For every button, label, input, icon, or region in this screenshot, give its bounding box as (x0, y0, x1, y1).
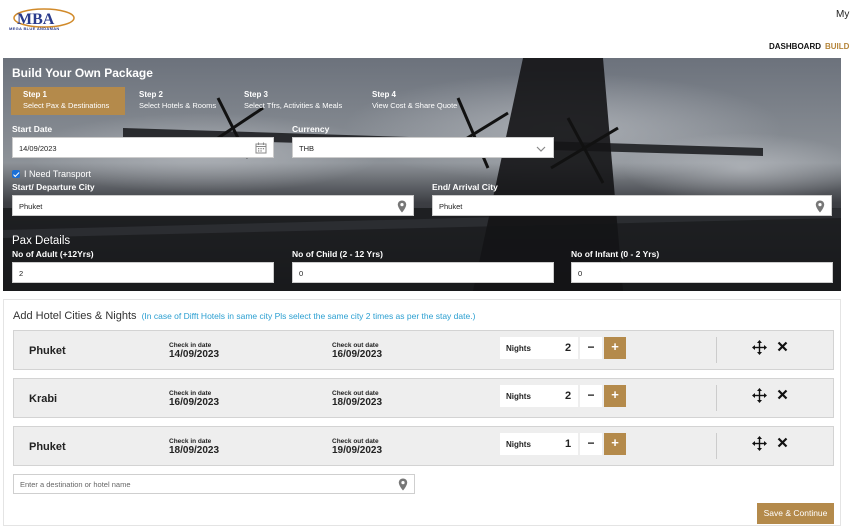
nights-value: 2 (558, 337, 578, 359)
step-number: Step 3 (244, 90, 269, 99)
step-label: View Cost & Share Quote (372, 101, 458, 110)
nights-label: Nights (500, 385, 558, 407)
close-icon[interactable] (777, 437, 788, 448)
destination-placeholder: Enter a destination or hotel name (20, 480, 131, 489)
nights-value: 2 (558, 385, 578, 407)
row-divider (716, 337, 717, 363)
checkin-label: Check in date (169, 390, 212, 397)
nav-build[interactable]: BUILD (825, 42, 849, 51)
nights-label: Nights (500, 337, 558, 359)
need-transport-checkbox[interactable]: I Need Transport (12, 169, 91, 179)
nights-increment-button[interactable]: + (604, 385, 626, 407)
nights-decrement-button[interactable]: − (580, 337, 602, 359)
currency-value: THB (299, 144, 314, 153)
location-pin-icon (397, 200, 407, 213)
checkin-value: 14/09/2023 (169, 349, 220, 360)
step-label: Select Pax & Destinations (23, 101, 110, 110)
adult-value: 2 (19, 269, 24, 278)
nav-dashboard[interactable]: DASHBOARD (769, 42, 821, 51)
checkin-value: 16/09/2023 (169, 397, 220, 408)
city-row[interactable]: Phuket Check in date 18/09/2023 Check ou… (13, 426, 834, 466)
location-pin-icon (398, 478, 408, 491)
nights-value: 1 (558, 433, 578, 455)
checkin-label: Check in date (169, 438, 212, 445)
row-divider (716, 433, 717, 459)
nights-increment-button[interactable]: + (604, 337, 626, 359)
row-divider (716, 385, 717, 411)
checkout-label: Check out date (332, 438, 379, 445)
logo-subtitle: MEGA BLUE ANDAMAN (9, 26, 60, 31)
city-name: Krabi (29, 393, 58, 405)
step-label: Select Tfrs, Activities & Meals (244, 101, 343, 110)
checkout-label: Check out date (332, 390, 379, 397)
pax-details-title: Pax Details (12, 235, 71, 247)
package-builder-panel: Build Your Own Package Step 1 Select Pax… (3, 58, 841, 291)
adult-input[interactable]: 2 (12, 262, 274, 283)
tab-step-1[interactable]: Step 1 Select Pax & Destinations (11, 87, 125, 115)
currency-select[interactable]: THB (292, 137, 554, 158)
child-input[interactable]: 0 (292, 262, 554, 283)
step-number: Step 2 (139, 90, 164, 99)
step-number: Step 1 (23, 90, 48, 99)
adult-label: No of Adult (+12Yrs) (12, 249, 94, 259)
infant-value: 0 (578, 269, 583, 278)
hotel-cities-section: Add Hotel Cities & Nights (In case of Di… (3, 299, 841, 526)
child-value: 0 (299, 269, 304, 278)
my-account-link[interactable]: My (836, 9, 849, 20)
close-icon[interactable] (777, 341, 788, 352)
location-pin-icon (815, 200, 825, 213)
top-bar: MBA MEGA BLUE ANDAMAN My DASHBOARD BUILD (0, 0, 850, 58)
move-icon[interactable] (752, 388, 767, 403)
end-city-label: End/ Arrival City (432, 182, 498, 192)
currency-label: Currency (292, 124, 330, 134)
move-icon[interactable] (752, 340, 767, 355)
builder-title: Build Your Own Package (12, 66, 153, 80)
start-date-label: Start Date (12, 124, 53, 134)
infant-label: No of Infant (0 - 2 Yrs) (571, 249, 660, 259)
end-city-value: Phuket (439, 202, 463, 211)
infant-input[interactable]: 0 (571, 262, 833, 283)
checkout-value: 18/09/2023 (332, 397, 383, 408)
start-city-label: Start/ Departure City (12, 182, 95, 192)
checkout-label: Check out date (332, 342, 379, 349)
start-date-value: 14/09/2023 (19, 144, 57, 153)
calendar-icon[interactable] (255, 142, 267, 154)
city-name: Phuket (29, 345, 66, 357)
need-transport-label: I Need Transport (24, 169, 92, 179)
move-icon[interactable] (752, 436, 767, 451)
checkout-value: 16/09/2023 (332, 349, 383, 360)
step-label: Select Hotels & Rooms (139, 101, 217, 110)
start-city-value: Phuket (19, 202, 43, 211)
end-city-input[interactable]: Phuket (432, 195, 832, 216)
chevron-down-icon (536, 146, 546, 152)
nights-decrement-button[interactable]: − (580, 433, 602, 455)
save-continue-button[interactable]: Save & Continue (757, 503, 834, 524)
checkin-value: 18/09/2023 (169, 445, 220, 456)
checkbox-checked[interactable] (12, 170, 20, 178)
start-date-input[interactable]: 14/09/2023 (12, 137, 274, 158)
city-row[interactable]: Phuket Check in date 14/09/2023 Check ou… (13, 330, 834, 370)
city-name: Phuket (29, 441, 66, 453)
tab-step-2[interactable]: Step 2 Select Hotels & Rooms (127, 87, 231, 115)
nights-label: Nights (500, 433, 558, 455)
close-icon[interactable] (777, 389, 788, 400)
destination-search-input[interactable]: Enter a destination or hotel name (13, 474, 415, 494)
child-label: No of Child (2 - 12 Yrs) (292, 249, 383, 259)
city-row[interactable]: Krabi Check in date 16/09/2023 Check out… (13, 378, 834, 418)
tab-step-3[interactable]: Step 3 Select Tfrs, Activities & Meals (232, 87, 360, 115)
hotel-cities-title: Add Hotel Cities & Nights (In case of Di… (13, 310, 475, 322)
hotel-cities-heading: Add Hotel Cities & Nights (13, 310, 137, 322)
nights-decrement-button[interactable]: − (580, 385, 602, 407)
step-number: Step 4 (372, 90, 397, 99)
hotel-cities-hint: (In case of Difft Hotels in same city Pl… (141, 311, 476, 321)
checkout-value: 19/09/2023 (332, 445, 383, 456)
checkin-label: Check in date (169, 342, 212, 349)
start-city-input[interactable]: Phuket (12, 195, 414, 216)
tab-step-4[interactable]: Step 4 View Cost & Share Quote (360, 87, 474, 115)
nights-increment-button[interactable]: + (604, 433, 626, 455)
